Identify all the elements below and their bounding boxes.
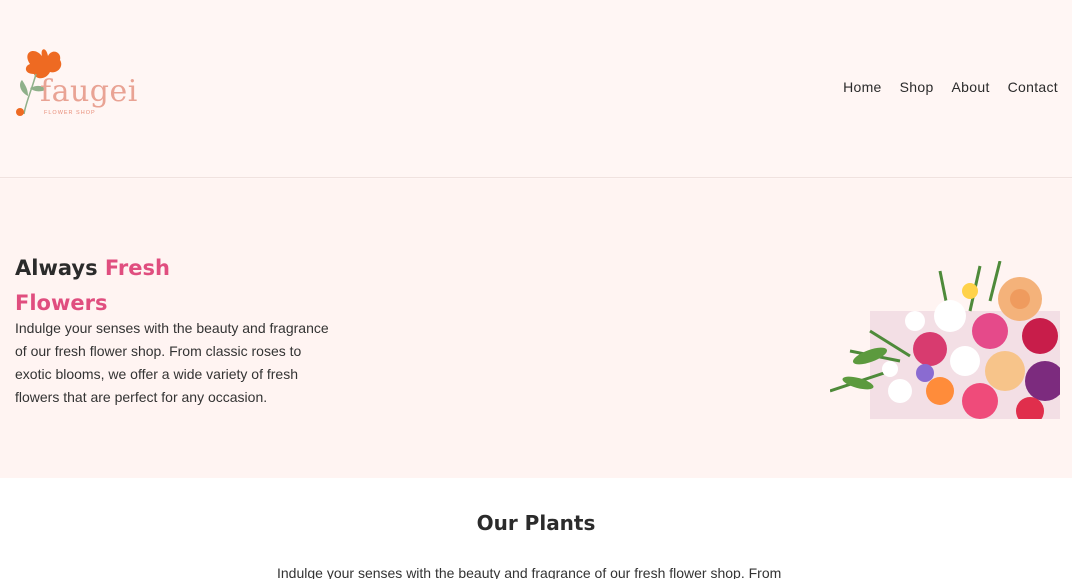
hero-title: Always Fresh Flowers xyxy=(15,251,315,321)
brand-tagline: FLOWER SHOP xyxy=(44,110,96,116)
flower-bouquet-image xyxy=(830,261,1060,419)
site-header: faugei FLOWER SHOP Home Shop About Conta… xyxy=(0,0,1072,178)
hero-description: Indulge your senses with the beauty and … xyxy=(15,320,329,405)
nav-shop[interactable]: Shop xyxy=(900,79,934,95)
hero-title-accent-1: Fresh xyxy=(104,256,170,280)
our-plants-section: Our Plants Indulge your senses with the … xyxy=(0,478,1072,579)
brand-name: faugei xyxy=(40,74,138,109)
nav-home[interactable]: Home xyxy=(843,79,882,95)
plants-description: Indulge your senses with the beauty and … xyxy=(277,565,782,579)
plants-title: Our Plants xyxy=(476,511,596,535)
brand-logo[interactable]: faugei FLOWER SHOP xyxy=(14,44,144,124)
hero-section: Always Fresh Flowers Indulge your senses… xyxy=(0,179,1072,478)
nav-about[interactable]: About xyxy=(952,79,990,95)
nav-contact[interactable]: Contact xyxy=(1008,79,1058,95)
hero-title-plain: Always xyxy=(15,256,98,280)
main-nav: Home Shop About Contact xyxy=(843,79,1058,95)
hero-title-accent-2: Flowers xyxy=(15,291,108,315)
